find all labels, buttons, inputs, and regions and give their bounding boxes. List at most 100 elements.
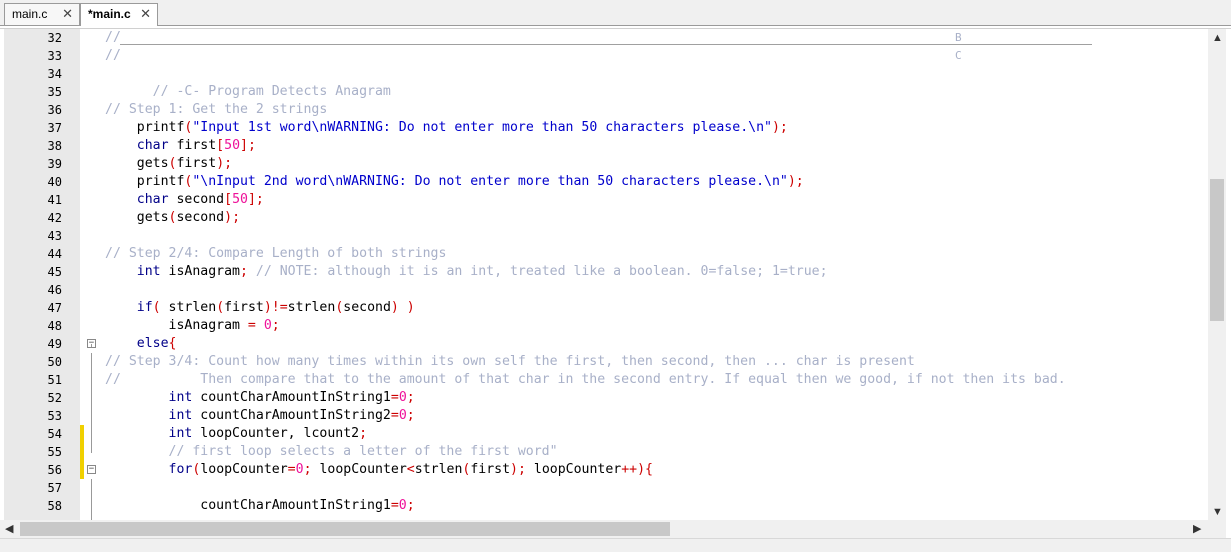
code-token: countCharAmountInString2	[192, 408, 391, 423]
code-line[interactable]: 37 printf("Input 1st word\nWARNING: Do n…	[0, 119, 1231, 137]
tab-label: *main.c	[88, 7, 131, 21]
code-line[interactable]: 55 // first loop selects a letter of the…	[0, 443, 1231, 461]
line-number: 58	[47, 499, 62, 513]
code-line[interactable]: 39 gets(first);	[0, 155, 1231, 173]
code-token: "\nInput 2nd word\nWARNING: Do not enter…	[192, 174, 788, 189]
code-token: {	[168, 336, 177, 351]
code-token: char	[136, 138, 169, 153]
code-token: // Step 1: Get the 2 strings	[105, 102, 328, 117]
code-token: countCharAmountInString1	[192, 390, 391, 405]
code-line[interactable]: 42 gets(second);	[0, 209, 1231, 227]
fold-toggle-icon[interactable]: −	[87, 465, 96, 474]
code-token: loopCounter	[200, 462, 288, 477]
code-token: gets	[105, 210, 169, 225]
close-icon[interactable]: ✕	[62, 4, 73, 24]
code-token: isAnagram	[160, 264, 240, 279]
code-text: int loopCounter, lcount2;	[105, 425, 368, 443]
code-text: // Step 3/4: Count how many times within…	[105, 353, 915, 371]
scroll-right-icon[interactable]: ▶	[1193, 522, 1201, 536]
line-number: 45	[47, 265, 62, 279]
scroll-down-icon[interactable]: ▼	[1212, 505, 1223, 519]
code-line[interactable]: 50 // Step 3/4: Count how many times with…	[0, 353, 1231, 371]
horizontal-scroll-thumb[interactable]	[20, 522, 670, 536]
line-number: 49	[47, 337, 62, 351]
code-token: // Then compare that to the amount of th…	[105, 372, 1066, 387]
code-line[interactable]: 44 // Step 2/4: Compare Length of both st…	[0, 245, 1231, 263]
line-number: 55	[47, 445, 62, 459]
scroll-corner	[1208, 520, 1226, 538]
code-text: //	[105, 47, 121, 65]
code-token: loopCounter	[311, 462, 407, 477]
code-token: ;	[303, 462, 312, 477]
code-token: gets	[105, 156, 169, 171]
code-text: // Step 2/4: Compare Length of both stri…	[105, 245, 446, 263]
code-line[interactable]: 33 // C	[0, 47, 1231, 65]
code-token: first	[176, 156, 217, 171]
code-line[interactable]: 46	[0, 281, 1231, 299]
code-text: int isAnagram; // NOTE: although it is a…	[105, 263, 828, 281]
code-line[interactable]: 52 int countCharAmountInString1=0;	[0, 389, 1231, 407]
code-token: 0	[398, 408, 407, 423]
vertical-scroll-thumb[interactable]	[1210, 179, 1224, 321]
code-token: strlen	[160, 300, 217, 315]
code-token: )!=	[263, 300, 288, 315]
code-editor[interactable]: 32//B 33//C 34 35 // -C- Program Detects An…	[0, 28, 1231, 552]
scroll-up-icon[interactable]: ▲	[1212, 31, 1223, 45]
code-line[interactable]: 36 // Step 1: Get the 2 strings	[0, 101, 1231, 119]
line-number: 39	[47, 157, 62, 171]
line-number: 46	[47, 283, 62, 297]
code-token: first	[224, 300, 264, 315]
tab-bar: main.c ✕ *main.c ✕	[0, 0, 1231, 26]
code-text: else{	[105, 335, 177, 353]
code-line[interactable]: 49− else{	[0, 335, 1231, 353]
code-line[interactable]: 51 // Then compare that to the amount of …	[0, 371, 1231, 389]
close-icon[interactable]: ✕	[140, 4, 151, 24]
code-token: 0	[398, 390, 407, 405]
code-line[interactable]: 34	[0, 65, 1231, 83]
line-number: 42	[47, 211, 62, 225]
code-token: //	[105, 30, 121, 45]
code-token: if	[136, 300, 153, 315]
code-line[interactable]: 45 int isAnagram; // NOTE: although it i…	[0, 263, 1231, 281]
code-line[interactable]: 43	[0, 227, 1231, 245]
code-token: strlen	[287, 300, 336, 315]
scroll-left-icon[interactable]: ◀	[5, 522, 13, 536]
line-number: 56	[47, 463, 62, 477]
code-line[interactable]: 48 isAnagram = 0;	[0, 317, 1231, 335]
line-number: 37	[47, 121, 62, 135]
line-number: 54	[47, 427, 62, 441]
code-token: =	[390, 390, 399, 405]
line-number: 50	[47, 355, 62, 369]
line-number: 51	[47, 373, 62, 387]
code-text: printf("Input 1st word\nWARNING: Do not …	[105, 119, 788, 137]
code-line[interactable]: 58 countCharAmountInString1=0;	[0, 497, 1231, 515]
fold-guide	[91, 353, 92, 453]
code-token: first	[168, 138, 217, 153]
code-line[interactable]: 53 int countCharAmountInString2=0;	[0, 407, 1231, 425]
code-line[interactable]: 57	[0, 479, 1231, 497]
code-token: =	[287, 462, 296, 477]
code-text: // first loop selects a letter of the fi…	[105, 443, 558, 461]
code-line[interactable]: 56 − for(loopCounter=0; loopCounter<strle…	[0, 461, 1231, 479]
code-line[interactable]: 40 printf("\nInput 2nd word\nWARNING: Do…	[0, 173, 1231, 191]
code-token: int	[168, 426, 193, 441]
code-line[interactable]: 47 if( strlen(first)!=strlen(second) )	[0, 299, 1231, 317]
code-token: // -C- Program Detects Anagram	[105, 84, 391, 99]
line-number: 35	[47, 85, 62, 99]
code-line[interactable]: 38 char first[50];	[0, 137, 1231, 155]
tab-main-c[interactable]: main.c ✕	[4, 3, 80, 25]
code-text: char first[50];	[105, 137, 256, 155]
tab-main-c-modified[interactable]: *main.c ✕	[80, 3, 158, 26]
code-token: ;	[406, 498, 415, 513]
line-number: 41	[47, 193, 62, 207]
line-number: 48	[47, 319, 62, 333]
ruler-line	[120, 44, 1092, 45]
code-line[interactable]: 54 int loopCounter, lcount2;	[0, 425, 1231, 443]
code-line[interactable]: 35 // -C- Program Detects Anagram	[0, 83, 1231, 101]
code-line[interactable]: 41 char second[50];	[0, 191, 1231, 209]
code-text: countCharAmountInString1=0;	[105, 497, 415, 515]
